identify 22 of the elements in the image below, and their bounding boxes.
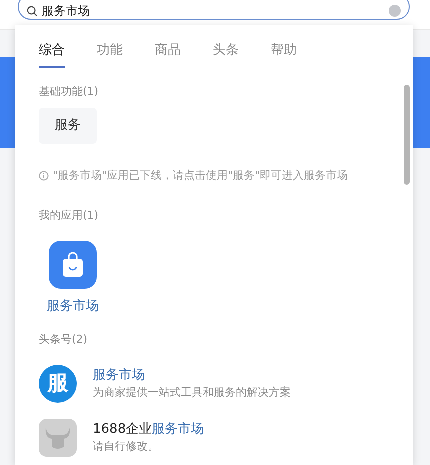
app-label[interactable]: 服务市场	[47, 296, 99, 316]
tab[interactable]: 帮助	[271, 41, 297, 68]
account-description: 请自行修改。	[93, 439, 160, 455]
account-description: 为商家提供一站式工具和服务的解决方案	[93, 385, 291, 401]
tab[interactable]: 综合	[39, 41, 65, 68]
tab[interactable]: 头条	[213, 41, 239, 68]
search-field[interactable]: 服务市场	[18, 0, 410, 20]
scrollbar-thumb[interactable]	[404, 85, 410, 185]
info-icon	[39, 170, 49, 181]
app-icon[interactable]	[49, 240, 97, 288]
account-avatar[interactable]	[39, 418, 77, 456]
function-chip[interactable]: 服务	[39, 108, 97, 144]
section-heading: 我的应用(1)	[39, 208, 100, 224]
section-heading: 基础功能(1)	[39, 84, 100, 100]
account-name[interactable]: 1688企业服务市场	[93, 420, 204, 439]
tab[interactable]: 功能	[97, 41, 123, 68]
notice-text: "服务市场"应用已下线，请点击使用"服务"即可进入服务市场	[53, 168, 348, 184]
section-heading: 头条号(2)	[39, 332, 89, 348]
tab[interactable]: 商品	[155, 41, 181, 68]
search-icon	[27, 6, 38, 16]
account-name[interactable]: 服务市场	[93, 366, 291, 385]
account-avatar[interactable]: 服	[39, 364, 77, 402]
